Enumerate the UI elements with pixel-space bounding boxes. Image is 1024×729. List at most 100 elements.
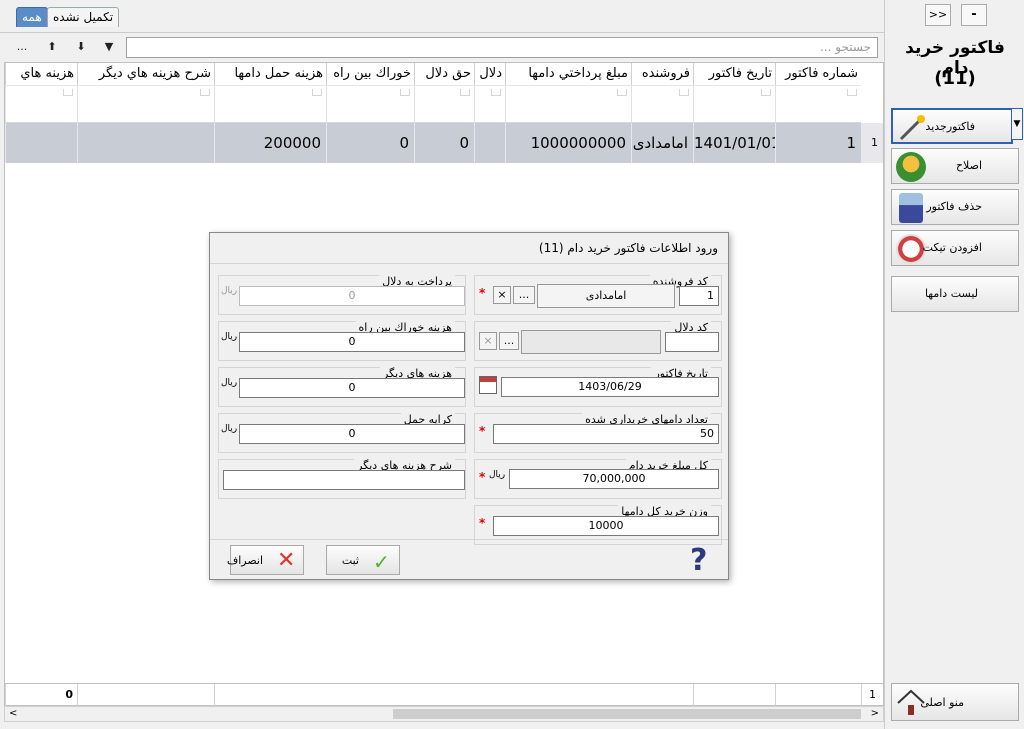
col-payment-amount[interactable]: مبلغ پرداختي دامها bbox=[505, 63, 631, 85]
new-invoice-button[interactable]: فاکتورجدید bbox=[891, 108, 1013, 144]
col-broker-fee[interactable]: حق دلال bbox=[414, 63, 474, 85]
required-icon: * bbox=[479, 424, 486, 438]
filter-cell[interactable] bbox=[474, 85, 505, 123]
date-group: تاريخ فاکتور 1403/06/29 bbox=[474, 367, 722, 407]
scrollbar-thumb[interactable] bbox=[393, 709, 861, 719]
filter-icon bbox=[200, 89, 210, 96]
feed-cost-input[interactable]: 0 bbox=[239, 332, 465, 352]
tab-incomplete[interactable]: تکمیل نشده bbox=[47, 7, 120, 27]
cell-broker[interactable] bbox=[474, 123, 505, 163]
livestock-list-button[interactable]: ليست دامها bbox=[891, 276, 1019, 312]
filter-icon bbox=[63, 89, 73, 96]
filter-cell[interactable] bbox=[414, 85, 474, 123]
filter-cell[interactable] bbox=[214, 85, 326, 123]
broker-code-input[interactable] bbox=[665, 332, 719, 352]
total-group: کل مبلغ خريد دام 70,000,000 ريال * bbox=[474, 459, 722, 499]
save-button[interactable]: ✓ ثبت bbox=[326, 545, 400, 575]
grid-footer: 1 0 bbox=[5, 683, 883, 706]
footer-cell bbox=[77, 684, 214, 706]
divider bbox=[210, 263, 728, 264]
trash-icon bbox=[899, 193, 923, 223]
cancel-button[interactable]: ✕ انصراف bbox=[227, 545, 304, 575]
broker-pay-input[interactable]: 0 bbox=[239, 286, 465, 306]
filter-cell[interactable] bbox=[631, 85, 693, 123]
other-desc-input[interactable] bbox=[223, 470, 465, 490]
broker-pay-group: پرداخت به دلال 0 ريال bbox=[218, 275, 466, 315]
col-invoice-date[interactable]: تاریخ فاکتور bbox=[693, 63, 775, 85]
edit-button[interactable]: اصلاح bbox=[891, 148, 1019, 184]
cell-broker-fee[interactable]: 0 bbox=[414, 123, 474, 163]
filter-icon[interactable]: ▼ bbox=[101, 39, 117, 55]
calendar-icon[interactable] bbox=[479, 376, 497, 394]
col-seller[interactable]: فروشنده bbox=[631, 63, 693, 85]
dialog-title: ورود اطلاعات فاکتور خريد دام (11) bbox=[538, 241, 718, 255]
horizontal-scrollbar[interactable]: < > bbox=[4, 706, 884, 722]
col-transport-cost[interactable]: هزينه حمل دامها bbox=[214, 63, 326, 85]
filter-cell[interactable] bbox=[693, 85, 775, 123]
count-input[interactable]: 50 bbox=[493, 424, 719, 444]
seller-clear-icon[interactable]: × bbox=[493, 286, 511, 304]
date-input[interactable]: 1403/06/29 bbox=[501, 377, 719, 397]
seller-name-field[interactable]: امامدادی bbox=[537, 284, 675, 308]
currency-unit: ريال bbox=[221, 378, 238, 388]
col-invoice-number[interactable]: شماره فاکتور bbox=[775, 63, 861, 85]
table-row[interactable]: 1 1 1401/01/01 امامدادی 1000000000 0 0 2… bbox=[5, 123, 883, 163]
filter-icon bbox=[400, 89, 410, 96]
delete-invoice-label: حذف فاکتور bbox=[926, 200, 982, 213]
cell-other-desc[interactable] bbox=[77, 123, 214, 163]
arrow-down-icon[interactable]: ⬇ bbox=[73, 39, 89, 55]
filter-icon bbox=[761, 89, 771, 96]
add-ticket-label: افزودن تيکت bbox=[922, 241, 982, 254]
cell-other-cost[interactable] bbox=[5, 123, 77, 163]
other-cost-input[interactable]: 0 bbox=[239, 378, 465, 398]
feed-cost-group: هزينه خوراك بين راه 0 ريال bbox=[218, 321, 466, 361]
footer-cell bbox=[775, 684, 861, 706]
seller-code-input[interactable]: 1 bbox=[679, 286, 719, 306]
cell-seller[interactable]: امامدادی bbox=[631, 123, 693, 163]
help-icon[interactable]: ? bbox=[690, 543, 707, 578]
new-invoice-label: فاکتورجدید bbox=[925, 120, 975, 133]
weight-input[interactable]: 10000 bbox=[493, 516, 719, 536]
filter-icon bbox=[617, 89, 627, 96]
filter-cell[interactable] bbox=[326, 85, 414, 123]
scroll-left-icon[interactable]: < bbox=[9, 708, 17, 719]
scroll-right-icon[interactable]: > bbox=[871, 708, 879, 719]
filter-cell[interactable] bbox=[775, 85, 861, 123]
chevron-down-icon[interactable]: ▼ bbox=[1011, 108, 1023, 140]
add-ticket-button[interactable]: افزودن تيکت bbox=[891, 230, 1019, 266]
cell-number[interactable]: 1 bbox=[775, 123, 861, 163]
divider bbox=[210, 539, 728, 540]
col-feed-cost[interactable]: خوراك بين راه bbox=[326, 63, 414, 85]
delete-invoice-button[interactable]: حذف فاکتور bbox=[891, 189, 1019, 225]
col-other-desc[interactable]: شرح هزينه هاي ديگر bbox=[77, 63, 214, 85]
main-menu-button[interactable]: منو اصلی bbox=[891, 683, 1019, 721]
col-other-cost[interactable]: هزينه هاي bbox=[5, 63, 77, 85]
seller-lookup-button[interactable]: ... bbox=[513, 286, 535, 304]
search-input[interactable]: جستجو ... bbox=[126, 37, 878, 58]
broker-lookup-button[interactable]: ... bbox=[499, 332, 519, 350]
filter-cell[interactable] bbox=[77, 85, 214, 123]
broker-clear-icon[interactable]: × bbox=[479, 332, 497, 350]
other-cost-group: هزينه هاي ديگر 0 ريال bbox=[218, 367, 466, 407]
total-input[interactable]: 70,000,000 bbox=[509, 469, 719, 489]
transport-input[interactable]: 0 bbox=[239, 424, 465, 444]
footer-cell bbox=[214, 684, 693, 706]
row-indicator[interactable]: 1 bbox=[861, 123, 883, 163]
cell-transport[interactable]: 200000 bbox=[214, 123, 326, 163]
cell-feed[interactable]: 0 bbox=[326, 123, 414, 163]
collapse-button[interactable]: - bbox=[961, 4, 987, 26]
expand-button[interactable]: >> bbox=[925, 4, 951, 26]
tab-all[interactable]: همه bbox=[16, 7, 48, 27]
more-icon[interactable]: ... bbox=[14, 39, 30, 55]
col-broker[interactable]: دلال bbox=[474, 63, 505, 85]
filter-cell[interactable] bbox=[505, 85, 631, 123]
filter-icon bbox=[491, 89, 501, 96]
cell-date[interactable]: 1401/01/01 bbox=[693, 123, 775, 163]
invoice-dialog: ورود اطلاعات فاکتور خريد دام (11) کد فرو… bbox=[209, 232, 729, 580]
save-label: ثبت bbox=[341, 554, 359, 567]
arrow-up-icon[interactable]: ⬆ bbox=[44, 39, 60, 55]
cell-amount[interactable]: 1000000000 bbox=[505, 123, 631, 163]
broker-name-field[interactable] bbox=[521, 330, 661, 354]
livestock-list-label: ليست دامها bbox=[924, 287, 978, 300]
filter-cell[interactable] bbox=[5, 85, 77, 123]
